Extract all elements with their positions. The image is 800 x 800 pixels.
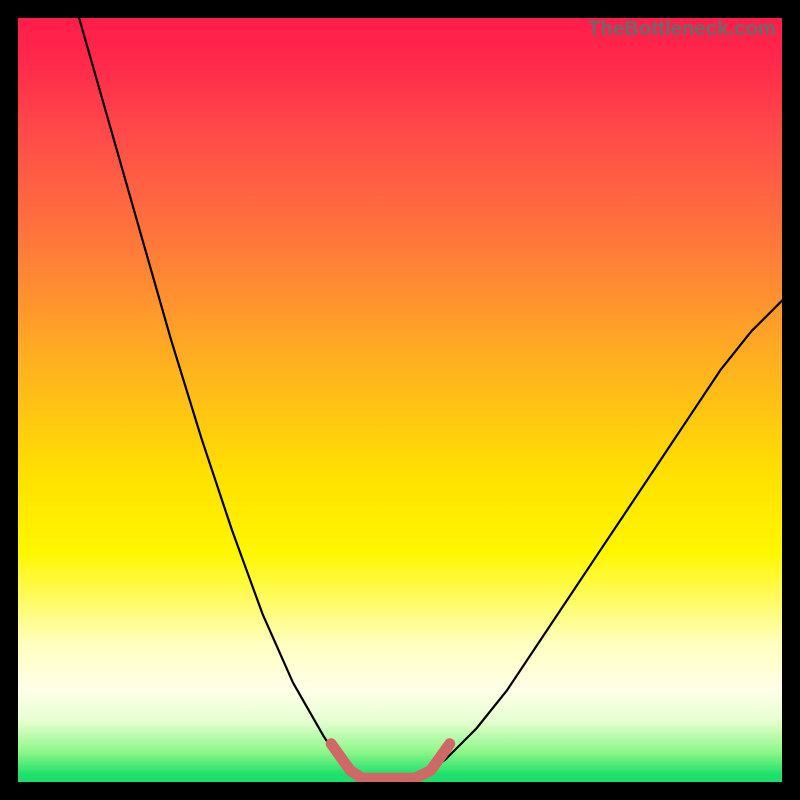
- right-curve: [431, 301, 782, 771]
- plot-area: TheBottleneck.com: [18, 18, 782, 782]
- bottom-marker: [331, 744, 450, 778]
- curve-overlay: [18, 18, 782, 782]
- left-curve: [79, 18, 350, 771]
- chart-frame: TheBottleneck.com: [0, 0, 800, 800]
